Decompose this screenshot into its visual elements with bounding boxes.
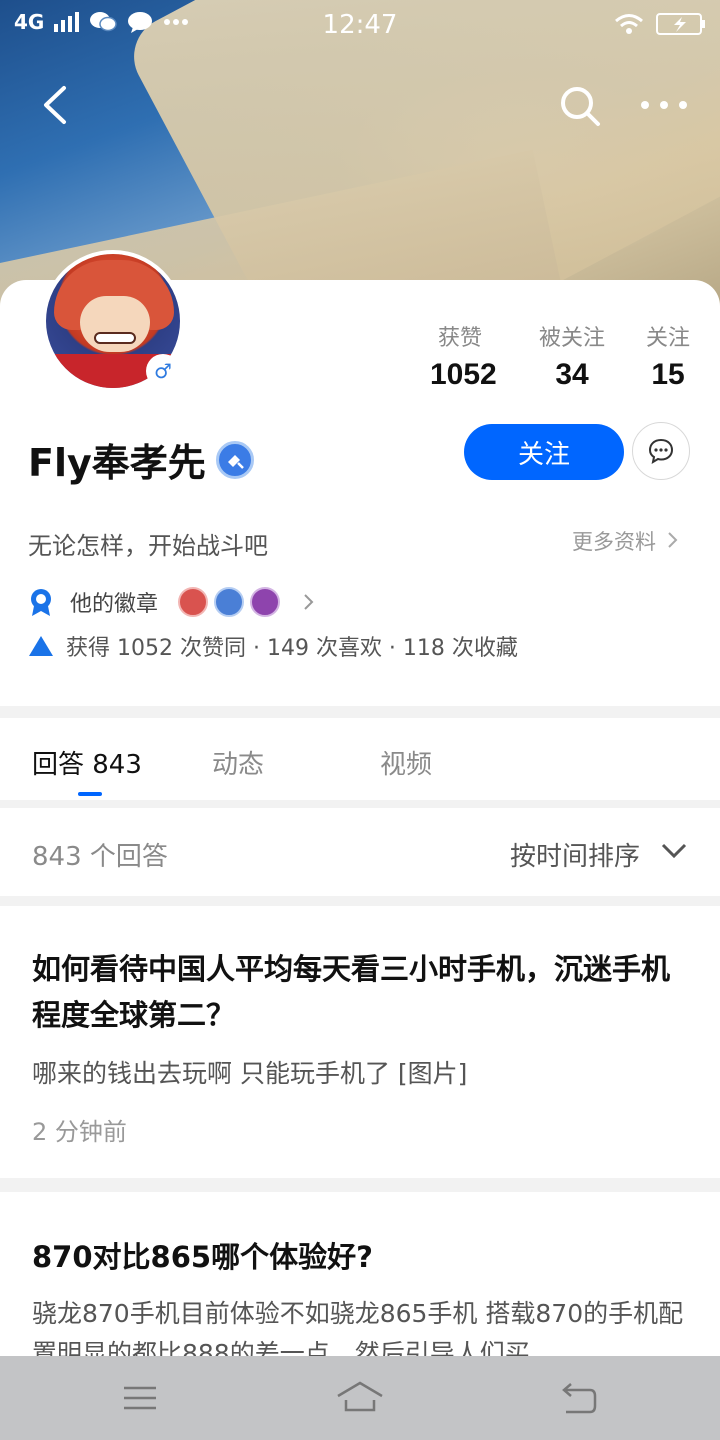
back-icon[interactable] xyxy=(38,84,72,126)
chevron-down-icon[interactable] xyxy=(660,842,688,860)
profile-name-row: Fly奉孝先 xyxy=(28,432,254,487)
profile-name: Fly奉孝先 xyxy=(28,441,206,485)
badge-icon[interactable] xyxy=(214,587,245,617)
tab-videos[interactable]: 视频 xyxy=(380,744,432,781)
clock: 12:47 xyxy=(322,10,398,40)
achievements-text: 获得 1052 次赞同 · 149 次喜欢 · 118 次收藏 xyxy=(66,636,518,661)
sort-dropdown[interactable]: 按时间排序 xyxy=(510,836,640,873)
system-navigation-bar xyxy=(0,1356,720,1440)
answer-timestamp: 2 分钟前 xyxy=(32,1118,127,1146)
back-nav-icon[interactable] xyxy=(560,1382,598,1414)
tab-answers[interactable]: 回答 843 xyxy=(32,744,142,781)
message-button[interactable] xyxy=(632,422,690,480)
sort-bar: 843 个回答 按时间排序 xyxy=(0,808,720,896)
badge-icon[interactable] xyxy=(178,587,209,617)
achievements-row: 获得 1052 次赞同 · 149 次喜欢 · 118 次收藏 xyxy=(28,630,518,662)
list-item[interactable]: 如何看待中国人平均每天看三小时手机，沉迷手机程度全球第二？ 哪来的钱出去玩啊 只… xyxy=(0,906,720,1178)
profile-bio: 无论怎样，开始战斗吧 xyxy=(28,532,268,560)
stat-label: 关注 xyxy=(645,326,690,351)
battery-icon xyxy=(656,13,705,35)
answer-question-title[interactable]: 870对比865哪个体验好? xyxy=(32,1234,692,1280)
home-icon[interactable] xyxy=(334,1380,386,1414)
list-item[interactable]: 870对比865哪个体验好? 骁龙870手机目前体验不如骁龙865手机 搭载87… xyxy=(0,1192,720,1362)
tab-activity[interactable]: 动态 xyxy=(212,744,264,781)
stat-following[interactable]: 关注 15 xyxy=(640,320,696,392)
more-options-icon[interactable] xyxy=(640,100,688,110)
answer-count: 843 个回答 xyxy=(32,842,168,872)
answer-excerpt[interactable]: 哪来的钱出去玩啊 只能玩手机了 [图片] xyxy=(32,1054,692,1094)
chevron-right-icon xyxy=(668,532,678,548)
stat-followers[interactable]: 被关注 34 xyxy=(534,320,610,392)
stat-value: 34 xyxy=(555,358,589,391)
stat-likes[interactable]: 获赞 1052 xyxy=(430,320,497,392)
badges-row[interactable]: 他的徽章 xyxy=(28,586,316,618)
chat-bubble-icon xyxy=(648,438,674,465)
answer-excerpt[interactable]: 骁龙870手机目前体验不如骁龙865手机 搭载870的手机配置明显的都比888的… xyxy=(32,1294,692,1362)
stat-value: 15 xyxy=(651,358,685,391)
search-icon[interactable] xyxy=(558,84,602,128)
upvote-triangle-icon xyxy=(29,636,53,656)
verified-badge-icon[interactable] xyxy=(215,440,254,479)
stat-label: 被关注 xyxy=(538,326,605,351)
menu-icon[interactable] xyxy=(122,1384,158,1412)
badge-icon[interactable] xyxy=(250,587,281,617)
male-gender-icon: ♂ xyxy=(146,354,180,388)
status-bar: 4G 12:47 xyxy=(0,0,720,50)
follow-button[interactable]: 关注 xyxy=(464,424,624,480)
medal-icon xyxy=(31,589,51,616)
content-tabs: 回答 843 动态 视频 xyxy=(0,718,720,800)
more-info-link[interactable]: 更多资料 xyxy=(572,526,656,556)
stat-value: 1052 xyxy=(430,358,497,391)
answer-question-title[interactable]: 如何看待中国人平均每天看三小时手机，沉迷手机程度全球第二？ xyxy=(32,946,692,1038)
chevron-right-icon xyxy=(304,594,314,610)
stat-label: 获赞 xyxy=(437,326,482,351)
active-tab-indicator xyxy=(78,792,102,796)
wifi-icon xyxy=(615,14,643,34)
badges-label: 他的徽章 xyxy=(70,592,159,617)
